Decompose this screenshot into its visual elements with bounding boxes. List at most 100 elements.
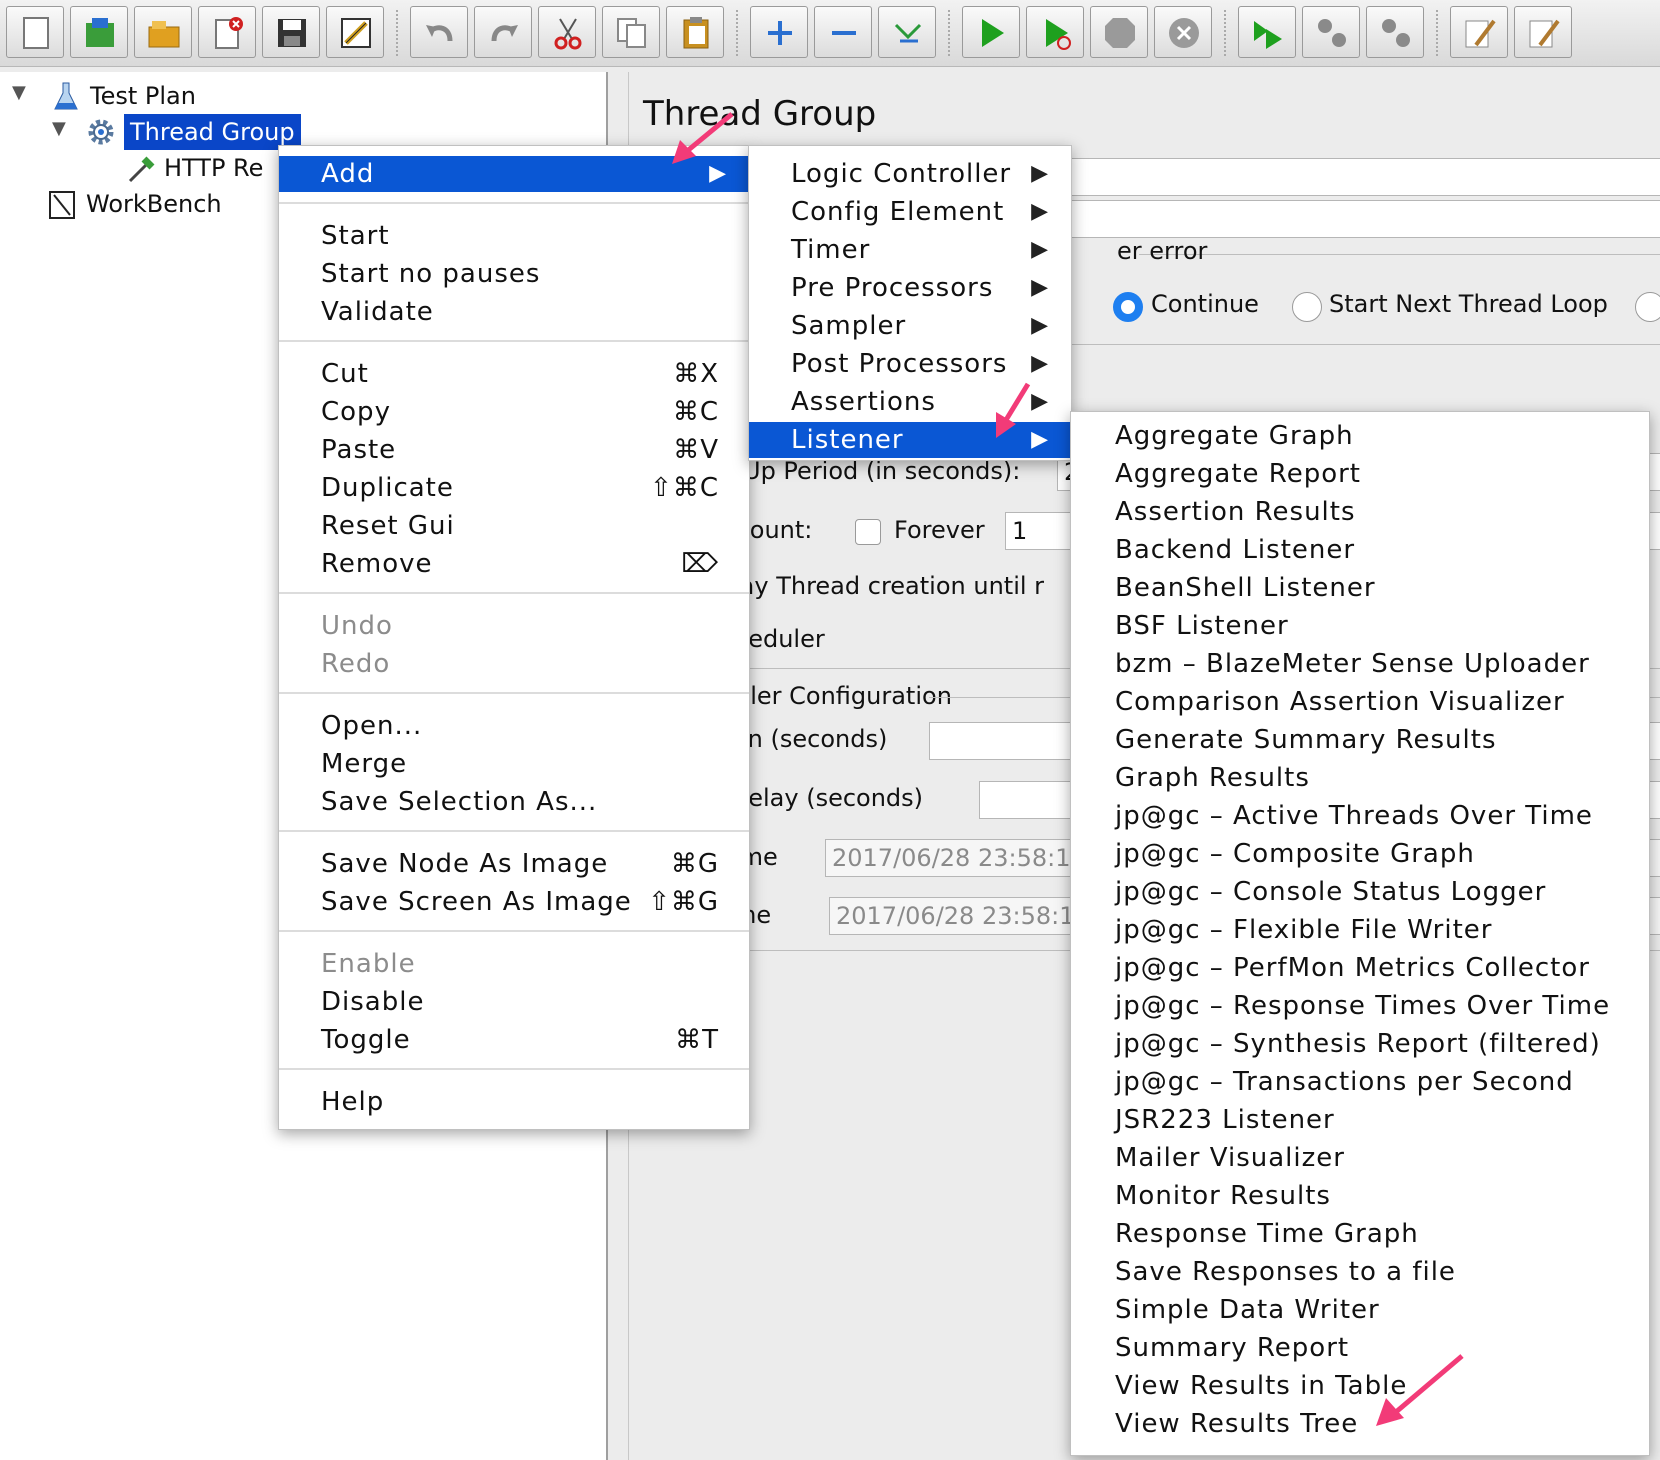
listener-item-save-responses-to-a-file[interactable]: Save Responses to a file [1071, 1254, 1649, 1290]
remote-shutdown-button[interactable] [1366, 6, 1424, 58]
menu-item-reset-gui[interactable]: Reset Gui [279, 508, 749, 544]
menu-item-copy[interactable]: Copy ⌘C [279, 394, 749, 430]
new-button[interactable] [6, 6, 64, 58]
menu-item-merge[interactable]: Merge [279, 746, 749, 782]
copy-button[interactable] [602, 6, 660, 58]
clear-icon [1465, 19, 1496, 48]
shutdown-button[interactable] [1154, 6, 1212, 58]
listener-item-jsr223-listener[interactable]: JSR223 Listener [1071, 1102, 1649, 1138]
toolbar-separator [736, 10, 742, 56]
listener-item-view-results-tree[interactable]: View Results Tree [1071, 1406, 1649, 1442]
workbench-icon [49, 191, 75, 219]
listener-item-bzm-blazemeter-sense-uploader[interactable]: bzm – BlazeMeter Sense Uploader [1071, 646, 1649, 682]
listener-item-jp-gc-synthesis-report-filtered[interactable]: jp@gc – Synthesis Report (filtered) [1071, 1026, 1649, 1062]
menu-separator [279, 692, 749, 694]
listener-item-jp-gc-perfmon-metrics-collector[interactable]: jp@gc – PerfMon Metrics Collector [1071, 950, 1649, 986]
menu-item-start-no-pauses[interactable]: Start no pauses [279, 256, 749, 292]
toggle-icon [894, 23, 922, 43]
listener-item-mailer-visualizer[interactable]: Mailer Visualizer [1071, 1140, 1649, 1176]
listener-item-graph-results[interactable]: Graph Results [1071, 760, 1649, 796]
tree-item-test-plan[interactable]: Test Plan [52, 78, 352, 114]
divider [1139, 254, 1660, 255]
listener-item-response-time-graph[interactable]: Response Time Graph [1071, 1216, 1649, 1252]
menu-item-duplicate[interactable]: Duplicate ⇧⌘C [279, 470, 749, 506]
menu-item-open[interactable]: Open... [279, 708, 749, 744]
expand-arrow-icon[interactable]: ▼ [12, 82, 26, 103]
menu-item-start[interactable]: Start [279, 218, 749, 254]
undo-button[interactable] [410, 6, 468, 58]
remote-start-button[interactable] [1238, 6, 1296, 58]
listener-item-monitor-results[interactable]: Monitor Results [1071, 1178, 1649, 1214]
start-button[interactable] [962, 6, 1020, 58]
listener-item-jp-gc-active-threads-over-time[interactable]: jp@gc – Active Threads Over Time [1071, 798, 1649, 834]
menu-item-undo[interactable]: Undo [279, 608, 749, 644]
submenu-item-timer[interactable]: Timer ▶ [749, 232, 1071, 268]
menu-item-save-selection[interactable]: Save Selection As... [279, 784, 749, 820]
collapse-all-button[interactable] [814, 6, 872, 58]
listener-item-aggregate-report[interactable]: Aggregate Report [1071, 456, 1649, 492]
close-button[interactable] [198, 6, 256, 58]
listener-item-bsf-listener[interactable]: BSF Listener [1071, 608, 1649, 644]
toolbar-separator [396, 10, 402, 56]
redo-button[interactable] [474, 6, 532, 58]
listener-item-backend-listener[interactable]: Backend Listener [1071, 532, 1649, 568]
listener-item-jp-gc-flexible-file-writer[interactable]: jp@gc – Flexible File Writer [1071, 912, 1649, 948]
menu-item-toggle[interactable]: Toggle ⌘T [279, 1022, 749, 1058]
submenu-item-config-element[interactable]: Config Element ▶ [749, 194, 1071, 230]
menu-item-help[interactable]: Help [279, 1084, 749, 1120]
start-no-pauses-button[interactable] [1026, 6, 1084, 58]
stop-button[interactable] [1090, 6, 1148, 58]
edit-button[interactable] [326, 6, 384, 58]
submenu-item-post-processors[interactable]: Post Processors ▶ [749, 346, 1071, 382]
menu-separator [279, 830, 749, 832]
toolbar-separator [1436, 10, 1442, 56]
listener-item-jp-gc-transactions-per-second[interactable]: jp@gc – Transactions per Second [1071, 1064, 1649, 1100]
listener-item-view-results-in-table[interactable]: View Results in Table [1071, 1368, 1649, 1404]
save-button[interactable] [262, 6, 320, 58]
listener-item-assertion-results[interactable]: Assertion Results [1071, 494, 1649, 530]
forever-checkbox[interactable] [855, 519, 881, 545]
comments-field[interactable] [1049, 200, 1660, 238]
menu-item-redo[interactable]: Redo [279, 646, 749, 682]
clear-button[interactable] [1450, 6, 1508, 58]
radio-next-loop[interactable] [1292, 292, 1322, 322]
cut-button[interactable] [538, 6, 596, 58]
listener-item-jp-gc-console-status-logger[interactable]: jp@gc – Console Status Logger [1071, 874, 1649, 910]
listener-item-comparison-assertion-visualizer[interactable]: Comparison Assertion Visualizer [1071, 684, 1649, 720]
menu-item-paste[interactable]: Paste ⌘V [279, 432, 749, 468]
listener-item-summary-report[interactable]: Summary Report [1071, 1330, 1649, 1366]
submenu-item-sampler[interactable]: Sampler ▶ [749, 308, 1071, 344]
listener-item-generate-summary-results[interactable]: Generate Summary Results [1071, 722, 1649, 758]
menu-item-save-node-image[interactable]: Save Node As Image ⌘G [279, 846, 749, 882]
listener-item-aggregate-graph[interactable]: Aggregate Graph [1071, 418, 1649, 454]
undo-icon [426, 25, 453, 42]
listener-item-jp-gc-response-times-over-time[interactable]: jp@gc – Response Times Over Time [1071, 988, 1649, 1024]
radio-continue[interactable] [1113, 292, 1143, 322]
submenu-item-logic-controller[interactable]: Logic Controller ▶ [749, 156, 1071, 192]
remote-stop-button[interactable] [1302, 6, 1360, 58]
menu-item-cut[interactable]: Cut ⌘X [279, 356, 749, 392]
clear-all-button[interactable] [1514, 6, 1572, 58]
menu-item-save-screen-image[interactable]: Save Screen As Image ⇧⌘G [279, 884, 749, 920]
listener-item-simple-data-writer[interactable]: Simple Data Writer [1071, 1292, 1649, 1328]
templates-icon [86, 18, 114, 47]
expand-all-button[interactable] [750, 6, 808, 58]
open-button[interactable] [134, 6, 192, 58]
toggle-button[interactable] [878, 6, 936, 58]
name-field[interactable] [1049, 158, 1660, 196]
expand-arrow-icon[interactable]: ▼ [52, 118, 66, 139]
submenu-item-pre-processors[interactable]: Pre Processors ▶ [749, 270, 1071, 306]
templates-button[interactable] [70, 6, 128, 58]
listener-item-jp-gc-composite-graph[interactable]: jp@gc – Composite Graph [1071, 836, 1649, 872]
menu-item-remove[interactable]: Remove ⌦ [279, 546, 749, 582]
paste-button[interactable] [666, 6, 724, 58]
listener-item-beanshell-listener[interactable]: BeanShell Listener [1071, 570, 1649, 606]
toolbar-separator [1224, 10, 1230, 56]
menu-item-validate[interactable]: Validate [279, 294, 749, 330]
radio-stop-thread[interactable] [1635, 292, 1660, 322]
menu-item-enable[interactable]: Enable [279, 946, 749, 982]
scheduler-config-label: uler Configuration [735, 682, 952, 710]
remote-shutdown-icon [1382, 19, 1410, 47]
edit-icon [341, 18, 371, 48]
menu-item-disable[interactable]: Disable [279, 984, 749, 1020]
